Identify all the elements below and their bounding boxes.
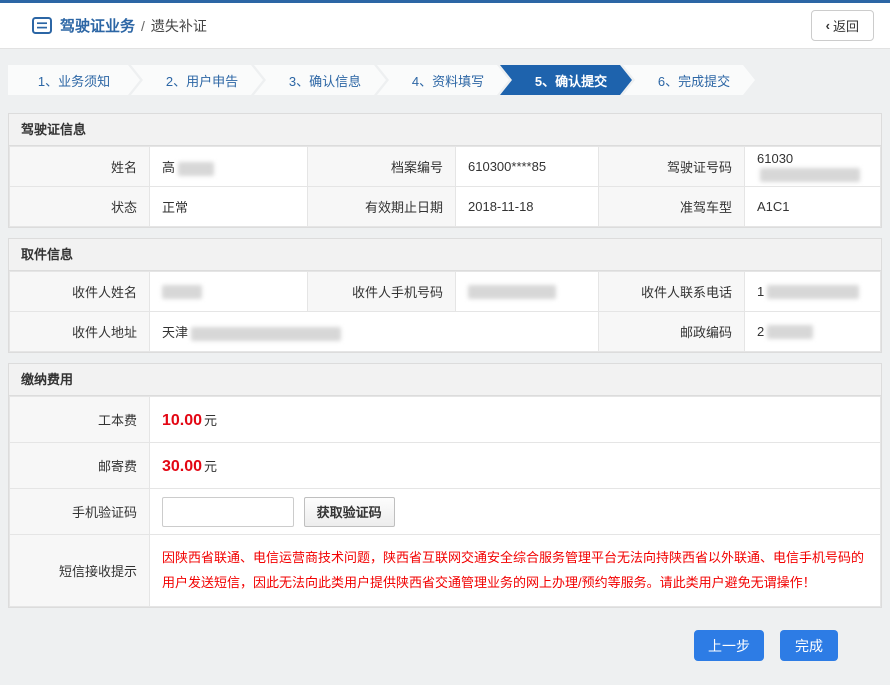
table-row: 短信接收提示 因陕西省联通、电信运营商技术问题，陕西省互联网交通安全综合服务管理… — [10, 535, 881, 607]
step-1-business-notice[interactable]: 1、业务须知 — [8, 65, 140, 95]
top-header: 驾驶证业务 / 遗失补证 ‹ 返回 — [0, 0, 890, 49]
cost-value: 10.00元 — [150, 397, 881, 443]
table-row: 手机验证码 获取验证码 — [10, 489, 881, 535]
table-row: 姓名 高 档案编号 610300****85 驾驶证号码 61030 — [10, 147, 881, 187]
back-arrow-icon: ‹ — [826, 18, 830, 33]
recipient-name-label: 收件人姓名 — [10, 272, 150, 312]
redacted-blur — [767, 285, 859, 299]
finish-button[interactable]: 完成 — [780, 630, 838, 661]
postage-label: 邮寄费 — [10, 443, 150, 489]
file-no-value: 610300****85 — [456, 147, 599, 187]
footer-actions: 上一步 完成 — [0, 618, 890, 673]
name-value: 高 — [150, 147, 308, 187]
name-label: 姓名 — [10, 147, 150, 187]
status-value: 正常 — [150, 187, 308, 227]
license-info-table: 姓名 高 档案编号 610300****85 驾驶证号码 61030 状态 正常… — [9, 146, 881, 227]
sms-code-input[interactable] — [162, 497, 294, 527]
step-5-confirm-submit[interactable]: 5、确认提交 — [500, 65, 632, 95]
pickup-info-section: 取件信息 收件人姓名 收件人手机号码 收件人联系电话 1 收件人地址 天津 邮政… — [8, 238, 882, 353]
recipient-phone-value — [456, 272, 599, 312]
page-subtitle: 遗失补证 — [151, 16, 207, 36]
sms-tip-label: 短信接收提示 — [10, 535, 150, 607]
step-3-confirm-info[interactable]: 3、确认信息 — [254, 65, 386, 95]
step-navigation: 1、业务须知 2、用户申告 3、确认信息 4、资料填写 5、确认提交 6、完成提… — [8, 65, 882, 95]
recipient-phone-label: 收件人手机号码 — [308, 272, 456, 312]
cost-unit: 元 — [204, 413, 217, 428]
recipient-tel-label: 收件人联系电话 — [599, 272, 745, 312]
postage-unit: 元 — [204, 459, 217, 474]
pickup-info-table: 收件人姓名 收件人手机号码 收件人联系电话 1 收件人地址 天津 邮政编码 2 — [9, 271, 881, 352]
sms-tip-cell: 因陕西省联通、电信运营商技术问题，陕西省互联网交通安全综合服务管理平台无法向持陕… — [150, 535, 881, 607]
vehicle-class-value: A1C1 — [745, 187, 881, 227]
table-row: 工本费 10.00元 — [10, 397, 881, 443]
table-row: 状态 正常 有效期止日期 2018-11-18 准驾车型 A1C1 — [10, 187, 881, 227]
payment-section: 缴纳费用 工本费 10.00元 邮寄费 30.00元 手机验证码 获取验证码 短… — [8, 363, 882, 608]
license-info-section-title: 驾驶证信息 — [9, 114, 881, 146]
license-business-icon — [32, 17, 52, 34]
expiry-value: 2018-11-18 — [456, 187, 599, 227]
recipient-tel-value: 1 — [745, 272, 881, 312]
table-row: 收件人姓名 收件人手机号码 收件人联系电话 1 — [10, 272, 881, 312]
table-row: 邮寄费 30.00元 — [10, 443, 881, 489]
cost-amount: 10.00 — [162, 412, 202, 429]
step-4-fill-data[interactable]: 4、资料填写 — [377, 65, 509, 95]
expiry-label: 有效期止日期 — [308, 187, 456, 227]
address-value: 天津 — [150, 312, 599, 352]
address-label: 收件人地址 — [10, 312, 150, 352]
redacted-blur — [162, 285, 202, 299]
postage-amount: 30.00 — [162, 458, 202, 475]
previous-step-button[interactable]: 上一步 — [694, 630, 764, 661]
license-no-value: 61030 — [745, 147, 881, 187]
payment-table: 工本费 10.00元 邮寄费 30.00元 手机验证码 获取验证码 短信接收提示… — [9, 396, 881, 607]
step-2-user-declaration[interactable]: 2、用户申告 — [131, 65, 263, 95]
license-info-section: 驾驶证信息 姓名 高 档案编号 610300****85 驾驶证号码 61030… — [8, 113, 882, 228]
status-label: 状态 — [10, 187, 150, 227]
table-row: 收件人地址 天津 邮政编码 2 — [10, 312, 881, 352]
page-title: 驾驶证业务 — [60, 15, 135, 36]
back-button[interactable]: ‹ 返回 — [811, 10, 874, 41]
file-no-label: 档案编号 — [308, 147, 456, 187]
redacted-blur — [760, 168, 860, 182]
cost-label: 工本费 — [10, 397, 150, 443]
license-no-label: 驾驶证号码 — [599, 147, 745, 187]
redacted-blur — [191, 327, 341, 341]
back-button-label: 返回 — [833, 16, 859, 35]
get-sms-code-button[interactable]: 获取验证码 — [304, 497, 395, 527]
step-6-complete-submit[interactable]: 6、完成提交 — [623, 65, 755, 95]
postage-value: 30.00元 — [150, 443, 881, 489]
recipient-name-value — [150, 272, 308, 312]
sms-warning-text: 因陕西省联通、电信运营商技术问题，陕西省互联网交通安全综合服务管理平台无法向持陕… — [162, 546, 868, 595]
title-separator: / — [141, 18, 145, 34]
redacted-blur — [178, 162, 214, 176]
redacted-blur — [468, 285, 556, 299]
postcode-label: 邮政编码 — [599, 312, 745, 352]
pickup-info-section-title: 取件信息 — [9, 239, 881, 271]
redacted-blur — [767, 325, 813, 339]
payment-section-title: 缴纳费用 — [9, 364, 881, 396]
vehicle-class-label: 准驾车型 — [599, 187, 745, 227]
sms-code-label: 手机验证码 — [10, 489, 150, 535]
postcode-value: 2 — [745, 312, 881, 352]
sms-code-cell: 获取验证码 — [150, 489, 881, 535]
